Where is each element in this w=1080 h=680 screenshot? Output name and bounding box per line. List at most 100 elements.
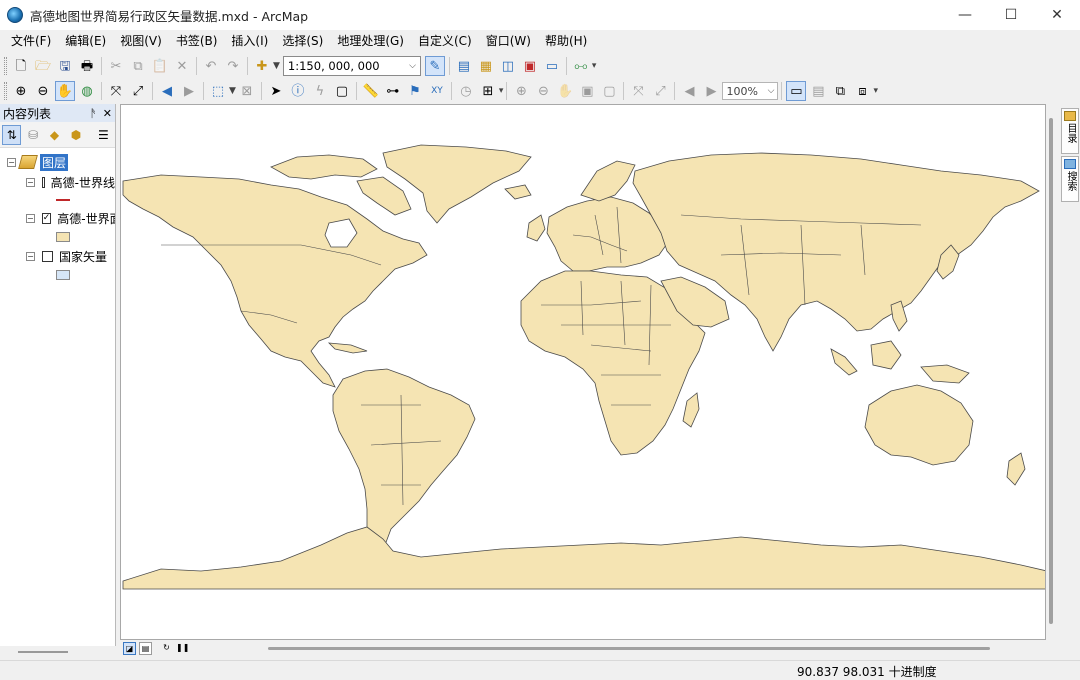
map-vertical-scrollbar[interactable]: [1047, 104, 1056, 640]
toc-horizontal-scrollbar[interactable]: [0, 646, 116, 658]
pin-icon[interactable]: ᚫ: [90, 107, 97, 120]
editor-toolbar-icon[interactable]: ✎: [424, 56, 445, 76]
add-data-dropdown-caret[interactable]: ▼: [273, 61, 280, 71]
create-viewer-window-icon[interactable]: ⊞: [478, 81, 498, 101]
menu-insert[interactable]: 插入(I): [224, 30, 275, 52]
clear-selection-icon[interactable]: ⊠: [237, 81, 257, 101]
back-arrow-icon[interactable]: ◀: [157, 81, 177, 101]
toolbar-overflow-caret[interactable]: ▾: [499, 86, 504, 96]
select-features-icon[interactable]: ⬚: [208, 81, 228, 101]
layer-visibility-checkbox[interactable]: ✓: [41, 212, 52, 224]
menu-help[interactable]: 帮助(H): [538, 30, 594, 52]
catalog-window-icon[interactable]: ▦: [476, 56, 496, 76]
menu-geoprocessing[interactable]: 地理处理(G): [330, 30, 411, 52]
layer-symbol-row[interactable]: [0, 192, 115, 208]
list-by-drawing-order-icon[interactable]: ⇅: [2, 124, 22, 145]
zoom-whole-page-icon[interactable]: ▣: [577, 81, 597, 101]
scrollbar-thumb[interactable]: [18, 651, 68, 653]
modelbuilder-icon[interactable]: ⧟: [571, 56, 591, 76]
fixed-zoom-out-icon[interactable]: ⤢: [128, 81, 148, 101]
collapse-icon[interactable]: −: [26, 251, 35, 261]
measure-ruler-icon[interactable]: 📏: [361, 81, 381, 101]
catalog-dock-tab[interactable]: 目录: [1061, 108, 1079, 154]
print-icon[interactable]: 🖶: [77, 56, 97, 76]
pause-drawing-icon[interactable]: ❚❚: [176, 642, 189, 655]
collapse-icon[interactable]: −: [26, 177, 35, 187]
layer-visibility-checkbox[interactable]: [42, 250, 53, 262]
layer-row[interactable]: − ✓ 高德-世界面: [0, 208, 115, 228]
toolbar-overflow-caret[interactable]: ▾: [873, 86, 878, 96]
zoom-out-icon[interactable]: ⊖: [33, 81, 53, 101]
table-of-contents-window-icon[interactable]: ▤: [454, 56, 474, 76]
line-symbol-swatch[interactable]: [56, 199, 70, 201]
toolbar-grip[interactable]: [4, 82, 7, 100]
world-map[interactable]: [121, 105, 1046, 640]
minimize-button[interactable]: —: [942, 0, 988, 30]
paste-icon[interactable]: 📋: [150, 56, 170, 76]
focus-data-frame-icon[interactable]: ▤: [808, 81, 828, 101]
search-window-icon[interactable]: ◫: [498, 56, 518, 76]
python-window-icon[interactable]: ▭: [542, 56, 562, 76]
map-view[interactable]: [120, 104, 1046, 640]
menu-file[interactable]: 文件(F): [4, 30, 58, 52]
menu-edit[interactable]: 编辑(E): [58, 30, 113, 52]
undo-icon[interactable]: ↶: [201, 56, 221, 76]
refresh-view-icon[interactable]: ↻: [160, 642, 173, 655]
layer-label[interactable]: 国家矢量: [59, 248, 107, 265]
maximize-button[interactable]: ☐: [988, 0, 1034, 30]
polygon-symbol-swatch[interactable]: [56, 270, 70, 280]
hyperlink-icon[interactable]: ϟ: [310, 81, 330, 101]
collapse-icon[interactable]: −: [7, 157, 16, 167]
layer-group-row[interactable]: − 图层: [0, 152, 115, 172]
next-extent-layout-icon[interactable]: ▶: [701, 81, 721, 101]
layer-symbol-row[interactable]: [0, 228, 115, 246]
layout-view-button-icon[interactable]: ▤: [139, 642, 152, 655]
forward-arrow-icon[interactable]: ▶: [179, 81, 199, 101]
delete-icon[interactable]: ✕: [172, 56, 192, 76]
list-by-selection-icon[interactable]: ⬢: [66, 125, 85, 145]
search-dock-tab[interactable]: 搜索: [1061, 156, 1079, 202]
time-slider-icon[interactable]: ◷: [456, 81, 476, 101]
find-binoculars-icon[interactable]: ⊶: [383, 81, 403, 101]
add-data-icon[interactable]: ✚: [252, 56, 272, 76]
list-by-source-icon[interactable]: ⛁: [23, 125, 42, 145]
collapse-icon[interactable]: −: [26, 213, 35, 223]
layout-pan-icon[interactable]: ✋: [555, 81, 575, 101]
options-icon[interactable]: ☰: [94, 125, 113, 145]
html-popup-icon[interactable]: ▢: [332, 81, 352, 101]
select-dropdown-caret[interactable]: ▼: [229, 86, 236, 96]
select-elements-arrow-icon[interactable]: ➤: [266, 81, 286, 101]
close-button[interactable]: ✕: [1034, 0, 1080, 30]
toggle-draft-mode-icon[interactable]: ▭: [786, 81, 807, 101]
previous-extent-layout-icon[interactable]: ◀: [679, 81, 699, 101]
redo-icon[interactable]: ↷: [223, 56, 243, 76]
layer-row[interactable]: − 高德-世界线: [0, 172, 115, 192]
layer-visibility-checkbox[interactable]: [41, 176, 45, 188]
full-extent-globe-icon[interactable]: ◍: [77, 81, 97, 101]
zoom-in-icon[interactable]: ⊕: [11, 81, 31, 101]
zoom-100-percent-icon[interactable]: ▢: [599, 81, 619, 101]
change-layout-icon[interactable]: ⧉: [830, 81, 850, 101]
data-driven-pages-icon[interactable]: ⧈: [852, 81, 872, 101]
menu-selection[interactable]: 选择(S): [275, 30, 330, 52]
layout-zoom-out-icon[interactable]: ⊖: [533, 81, 553, 101]
identify-info-icon[interactable]: ⓘ: [288, 81, 308, 101]
go-to-xy-icon[interactable]: XY: [427, 81, 447, 101]
toolbar-grip[interactable]: [4, 57, 7, 75]
scrollbar-thumb[interactable]: [1049, 118, 1053, 624]
layer-label[interactable]: 高德-世界面: [57, 210, 115, 227]
menu-view[interactable]: 视图(V): [113, 30, 169, 52]
map-horizontal-scrollbar[interactable]: [268, 647, 990, 650]
copy-icon[interactable]: ⧉: [128, 56, 148, 76]
toolbar-overflow-caret[interactable]: ▾: [592, 61, 597, 71]
layer-row[interactable]: − 国家矢量: [0, 246, 115, 266]
layer-symbol-row[interactable]: [0, 266, 115, 284]
fixed-zoom-in-icon[interactable]: ⤧: [106, 81, 126, 101]
layer-label[interactable]: 高德-世界线: [51, 174, 115, 191]
save-icon[interactable]: 🖫: [55, 56, 75, 76]
menu-windows[interactable]: 窗口(W): [479, 30, 538, 52]
polygon-symbol-swatch[interactable]: [56, 232, 70, 242]
map-scale-dropdown[interactable]: 1:150, 000, 000 ⌵: [282, 56, 421, 76]
layout-zoom-in-icon[interactable]: ⊕: [511, 81, 531, 101]
open-folder-icon[interactable]: 🗁: [33, 56, 53, 76]
